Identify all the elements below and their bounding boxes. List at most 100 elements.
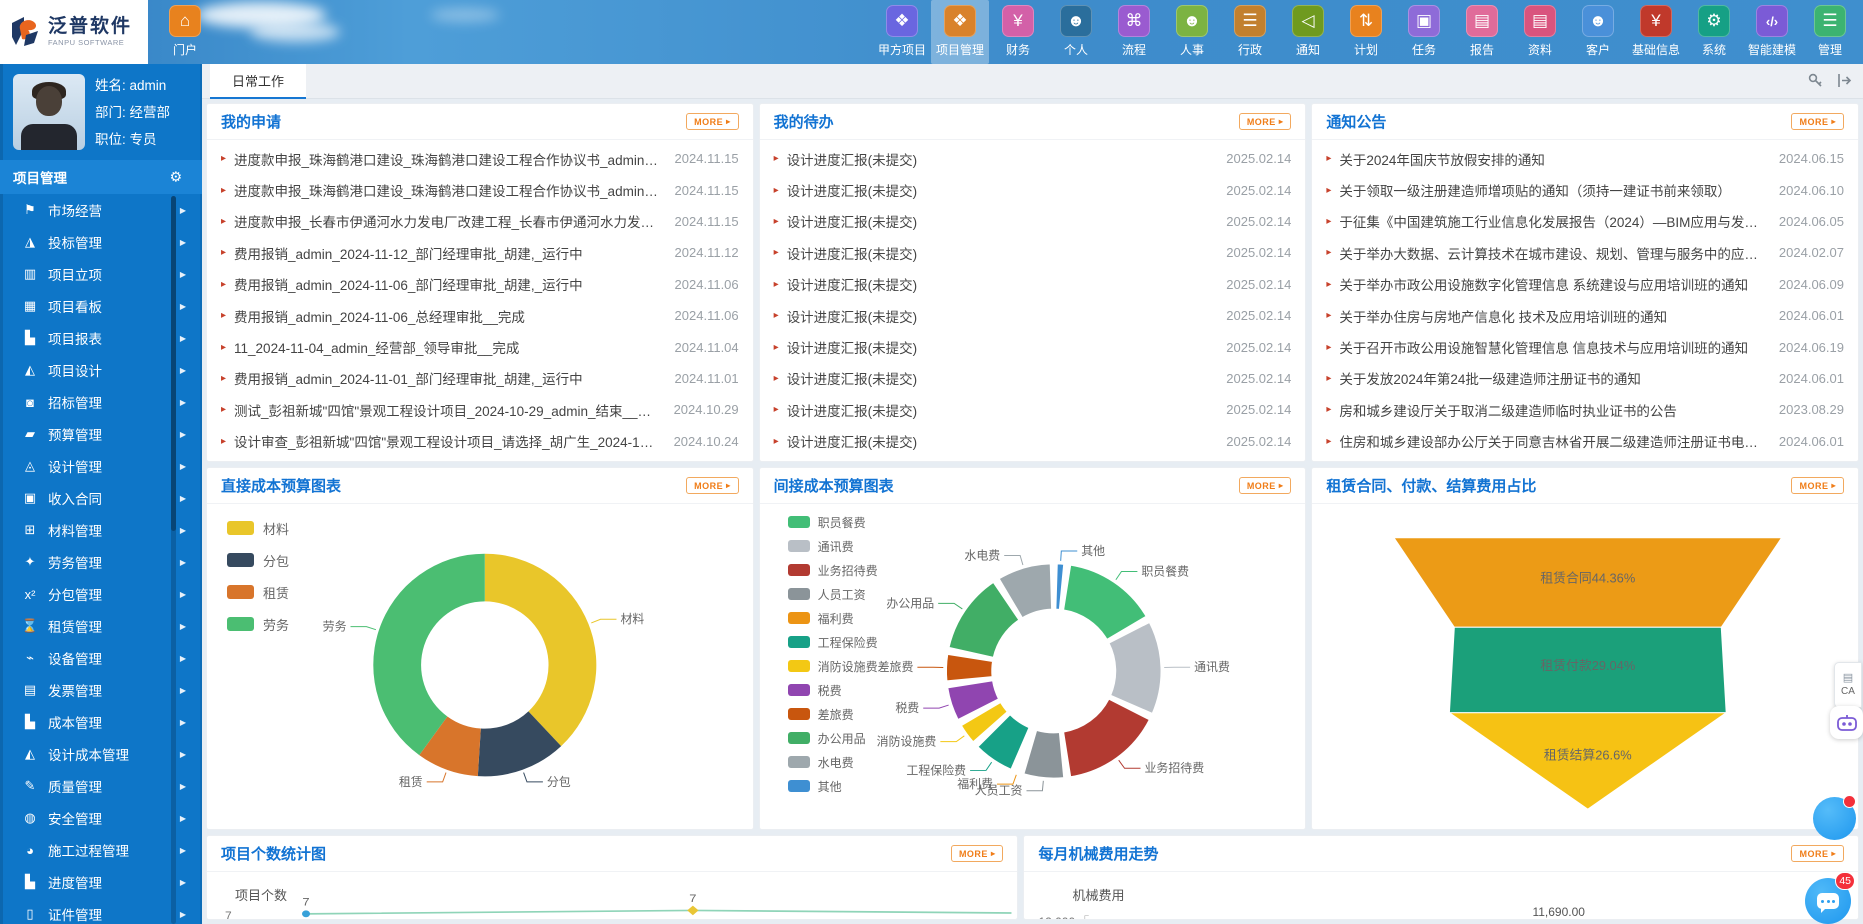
top-nav-customers[interactable]: ☻客户	[1569, 0, 1627, 64]
data-point[interactable]	[302, 910, 310, 917]
list-item[interactable]: ▸设计进度汇报(未提交)2025.02.14	[774, 426, 1292, 457]
list-item[interactable]: ▸进度款申报_长春市伊通河水力发电厂改建工程_长春市伊通河水力发电...2024…	[221, 206, 739, 237]
legend-item[interactable]: 办公用品	[788, 726, 878, 750]
legend-item[interactable]: 业务招待费	[788, 558, 878, 582]
donut-slice-材料[interactable]	[485, 554, 597, 746]
donut-slice-通讯费[interactable]	[1108, 622, 1161, 714]
chat-button[interactable]: 45	[1805, 878, 1851, 924]
list-item[interactable]: ▸进度款申报_珠海鹤港口建设_珠海鹤港口建设工程合作协议书_admin_...2…	[221, 174, 739, 205]
donut-slice-其他[interactable]	[1055, 564, 1063, 610]
list-item[interactable]: ▸设计进度汇报(未提交)2025.02.14	[774, 300, 1292, 331]
list-item[interactable]: ▸关于举办大数据、云计算技术在城市建设、规划、管理与服务中的应用培训班...20…	[1326, 237, 1844, 268]
more-button[interactable]: MORE▸	[951, 845, 1004, 862]
list-item[interactable]: ▸11_2024-11-04_admin_经营部_领导审批__完成2024.11…	[221, 331, 739, 362]
legend-item[interactable]: 消防设施费	[788, 654, 878, 678]
chevron-right-icon: ▶	[180, 846, 186, 855]
assistant-robot-button[interactable]	[1830, 706, 1863, 739]
list-item[interactable]: ▸设计进度汇报(未提交)2025.02.14	[774, 206, 1292, 237]
list-item[interactable]: ▸住房和城乡建设部办公厅关于同意吉林省开展二级建造师注册证书电子化试点...20…	[1326, 426, 1844, 457]
list-item[interactable]: ▸测试_彭祖新城"四馆"景观工程设计项目_2024-10-29_admin_结束…	[221, 394, 739, 425]
list-item[interactable]: ▸费用报销_admin_2024-11-12_部门经理审批_胡建,_运行中202…	[221, 237, 739, 268]
more-button[interactable]: MORE▸	[686, 113, 739, 130]
top-nav-administration[interactable]: ☰行政	[1221, 0, 1279, 64]
top-nav-smart-modeling[interactable]: ‹/›智能建模	[1743, 0, 1801, 64]
top-nav-workflow[interactable]: ⌘流程	[1105, 0, 1163, 64]
donut-slice-业务招待费[interactable]	[1063, 699, 1149, 777]
top-nav-tasks[interactable]: ▣任务	[1395, 0, 1453, 64]
more-button[interactable]: MORE▸	[1791, 113, 1844, 130]
list-item[interactable]: ▸设计进度汇报(未提交)2025.02.14	[774, 331, 1292, 362]
legend-item[interactable]: 材料	[227, 512, 289, 544]
bullet-icon: ▸	[1326, 310, 1331, 321]
avatar	[13, 74, 85, 150]
list-item[interactable]: ▸关于召开市政公用设施智慧化管理信息 信息技术与应用培训班的通知2024.06.…	[1326, 331, 1844, 362]
legend-item[interactable]: 分包	[227, 544, 289, 576]
list-item[interactable]: ▸设计进度汇报(未提交)2025.02.14	[774, 363, 1292, 394]
list-item[interactable]: ▸关于举办市政公用设施数字化管理信息 系统建设与应用培训班的通知2024.06.…	[1326, 269, 1844, 300]
legend-item[interactable]: 税费	[788, 678, 878, 702]
top-nav-base-info[interactable]: ¥基础信息	[1627, 0, 1685, 64]
list-item[interactable]: ▸设计进度汇报(未提交)2025.02.14	[774, 237, 1292, 268]
top-nav-management[interactable]: ☰管理	[1801, 0, 1859, 64]
bullet-icon: ▸	[1326, 436, 1331, 447]
legend-item[interactable]: 其他	[788, 774, 878, 798]
list-item[interactable]: ▸设计进度汇报(未提交)2025.02.14	[774, 174, 1292, 205]
expand-panel-icon[interactable]	[1836, 72, 1853, 89]
legend-item[interactable]: 通讯费	[788, 534, 878, 558]
donut-slice-差旅费[interactable]	[946, 654, 993, 681]
key-icon[interactable]	[1807, 72, 1824, 89]
top-nav-personal[interactable]: ☻个人	[1047, 0, 1105, 64]
donut-slice-劳务[interactable]	[373, 554, 485, 755]
legend-item[interactable]: 租赁	[227, 576, 289, 608]
legend-item[interactable]: 职员餐费	[788, 510, 878, 534]
sidebar-scrollbar[interactable]	[171, 196, 176, 924]
top-nav-finance[interactable]: ¥财务	[989, 0, 1047, 64]
sidebar-settings-gear-icon[interactable]: ⚙	[169, 169, 182, 186]
list-item[interactable]: ▸设计进度汇报(未提交)2025.02.14	[774, 394, 1292, 425]
list-item[interactable]: ▸设计审查_彭祖新城"四馆"景观工程设计项目_请选择_胡广生_2024-10-2…	[221, 426, 739, 457]
more-button[interactable]: MORE▸	[686, 477, 739, 494]
legend-item[interactable]: 差旅费	[788, 702, 878, 726]
ca-side-widget[interactable]: ▤ CA	[1834, 662, 1862, 708]
more-button[interactable]: MORE▸	[1239, 477, 1292, 494]
legend-item[interactable]: 劳务	[227, 608, 289, 640]
list-item[interactable]: ▸费用报销_admin_2024-11-01_部门经理审批_胡建,_运行中202…	[221, 363, 739, 394]
list-item-date: 2025.02.14	[1226, 434, 1291, 449]
top-nav-hr[interactable]: ☻人事	[1163, 0, 1221, 64]
top-nav-portal[interactable]: ⌂门户	[156, 0, 214, 64]
top-nav-documents[interactable]: ▤资料	[1511, 0, 1569, 64]
list-item[interactable]: ▸设计进度汇报(未提交)2025.02.14	[774, 143, 1292, 174]
legend-item[interactable]: 水电费	[788, 750, 878, 774]
legend-item[interactable]: 人员工资	[788, 582, 878, 606]
list-item[interactable]: ▸关于举办住房与房地产信息化 技术及应用培训班的通知2024.06.01	[1326, 300, 1844, 331]
service-bubble-button[interactable]	[1813, 797, 1856, 840]
more-button[interactable]: MORE▸	[1239, 113, 1292, 130]
list-item[interactable]: ▸于征集《中国建筑施工行业信息化发展报告（2024）—BIM应用与发展》材料..…	[1326, 206, 1844, 237]
sidebar-section-header[interactable]: 项目管理 ⚙	[0, 160, 202, 194]
list-item-text: 设计进度汇报(未提交)	[787, 243, 1213, 263]
legend-item[interactable]: 福利费	[788, 606, 878, 630]
legend-item[interactable]: 工程保险费	[788, 630, 878, 654]
data-point[interactable]	[687, 906, 698, 916]
top-nav-party-a-projects[interactable]: ❖甲方项目	[873, 0, 931, 64]
top-nav-reports[interactable]: ▤报告	[1453, 0, 1511, 64]
list-item[interactable]: ▸费用报销_admin_2024-11-06_总经理审批__完成2024.11.…	[221, 300, 739, 331]
more-button[interactable]: MORE▸	[1791, 845, 1844, 862]
list-item[interactable]: ▸设计进度汇报(未提交)2025.02.14	[774, 269, 1292, 300]
barchart-icon: ▙	[20, 714, 40, 730]
list-item[interactable]: ▸关于发放2024年第24批一级建造师注册证书的通知2024.06.01	[1326, 363, 1844, 394]
top-nav-notifications[interactable]: ◁通知	[1279, 0, 1337, 64]
list-item[interactable]: ▸关于2024年国庆节放假安排的通知2024.06.15	[1326, 143, 1844, 174]
list-item[interactable]: ▸进度款申报_珠海鹤港口建设_珠海鹤港口建设工程合作协议书_admin_...2…	[221, 143, 739, 174]
tab-daily-work[interactable]: 日常工作	[210, 64, 306, 99]
top-nav-system[interactable]: ⚙系统	[1685, 0, 1743, 64]
top-nav-plans[interactable]: ⇅计划	[1337, 0, 1395, 64]
list-item[interactable]: ▸关于领取一级注册建造师增项贴的通知（须持一建证书前来领取）2024.06.10	[1326, 174, 1844, 205]
top-nav-project-management[interactable]: ❖项目管理	[931, 0, 989, 64]
more-button[interactable]: MORE▸	[1791, 477, 1844, 494]
list-item[interactable]: ▸费用报销_admin_2024-11-06_部门经理审批_胡建,_运行中202…	[221, 269, 739, 300]
panel-title: 租赁合同、付款、结算费用占比	[1326, 475, 1536, 496]
donut-slice-职员餐费[interactable]	[1063, 565, 1146, 640]
list-item[interactable]: ▸房和城乡建设厅关于取消二级建造师临时执业证书的公告2023.08.29	[1326, 394, 1844, 425]
sidebar-item-label: 项目报表	[48, 328, 102, 348]
